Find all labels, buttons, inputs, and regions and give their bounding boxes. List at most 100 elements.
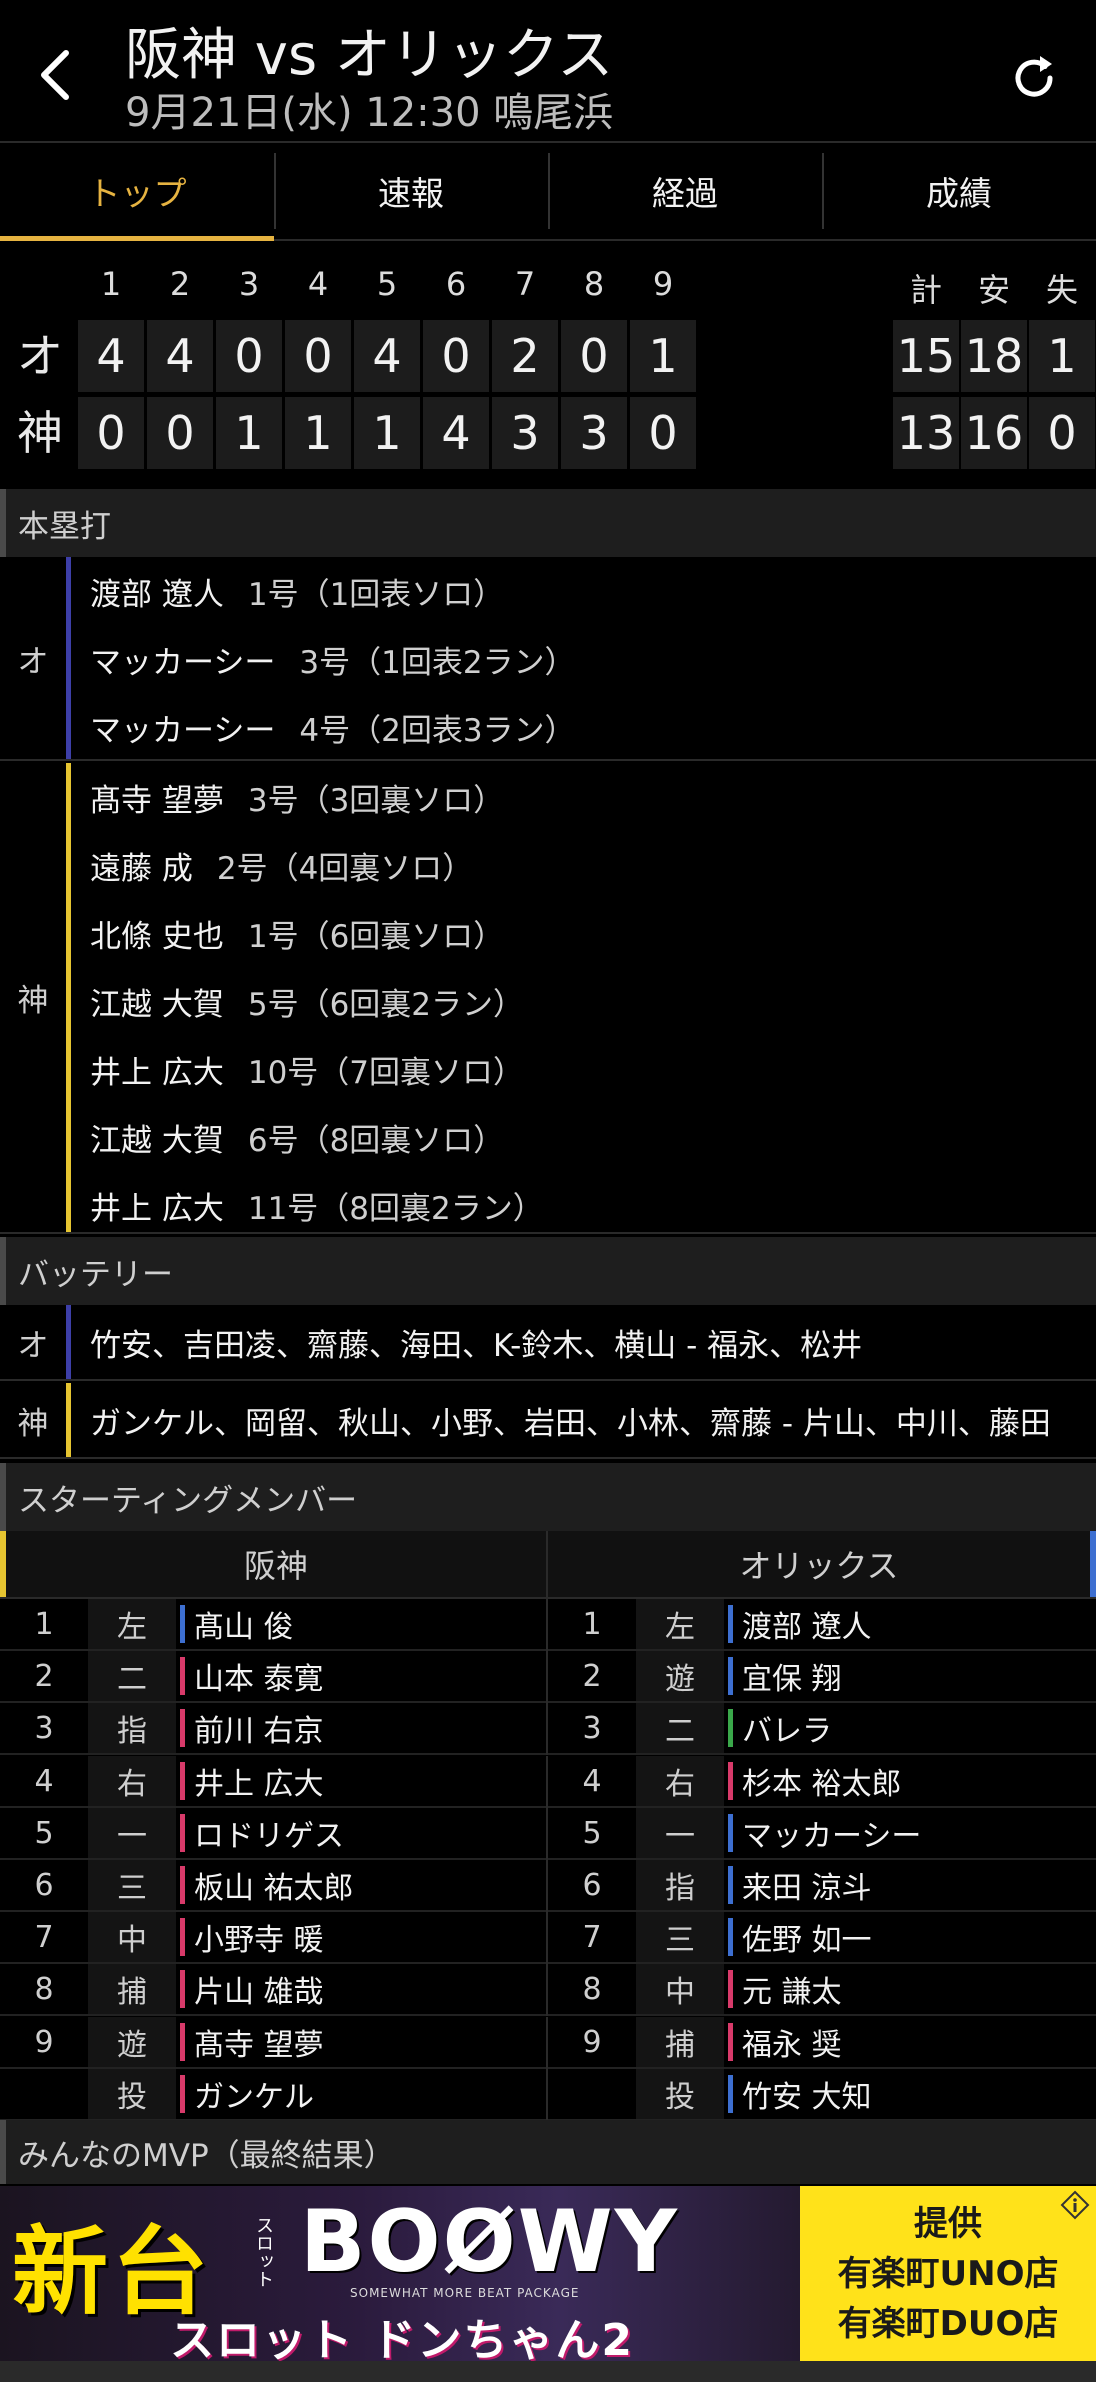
refresh-button[interactable] [1006,50,1062,106]
total-errors: 0 [1029,397,1095,469]
tab-stats[interactable]: 成績 [822,143,1096,239]
lineup-row: 4 右井上 広大 4 右杉本 裕太郎 [0,1756,1096,1808]
player-color-bar [728,1866,733,1904]
team-abbr-home: 神 [17,406,63,460]
tab-top[interactable]: トップ [0,143,274,241]
player-name[interactable]: 渡部 遼人 [90,569,224,614]
player-name[interactable]: 竹安 大知 [742,2069,872,2119]
player-name[interactable]: 髙寺 望夢 [90,775,224,820]
player-name[interactable]: 髙寺 望夢 [194,2017,324,2067]
scoreboard: 1 2 3 4 5 6 7 8 9 計 安 失 オ 4 4 0 0 4 0 2 … [0,243,1096,488]
player-name[interactable]: 杉本 裕太郎 [742,1756,902,1806]
player-name[interactable]: 福永 奨 [742,2017,842,2067]
total-errors: 1 [1029,320,1095,392]
game-datetime-venue: 9月21日(水) 12:30 鳴尾浜 [125,90,614,136]
refresh-icon [1015,56,1053,97]
position: 捕 [636,2017,724,2067]
inning-score: 0 [147,397,213,469]
player-name[interactable]: マッカーシー [90,637,275,682]
lineup-away-team: オリックス [548,1531,1096,1597]
player-name[interactable]: 元 謙太 [742,1964,842,2014]
section-header-homeruns: 本塁打 [0,489,1096,557]
page-title: 阪神 vs オリックス [125,23,614,88]
ad-info-icon[interactable] [1060,2190,1090,2220]
inning-score: 4 [354,320,420,392]
player-name[interactable]: 遠藤 成 [90,843,193,888]
position: 投 [636,2069,724,2119]
player-name[interactable]: 井上 広大 [90,1047,224,1092]
team-color-bar [66,557,71,759]
player-name[interactable]: 前川 右京 [194,1703,324,1753]
player-color-bar [728,1605,733,1643]
inning-score: 0 [216,320,282,392]
homerun-item: 北條 史也 1号（6回裏ソロ） [90,899,504,967]
player-name[interactable]: ガンケル [194,2069,314,2119]
inning-score: 1 [630,320,696,392]
player-name[interactable]: マッカーシー [90,705,275,750]
total-runs: 13 [893,397,959,469]
position: 右 [88,1756,176,1806]
player-name[interactable]: 佐野 如一 [742,1912,872,1962]
player-color-bar [180,1657,185,1695]
player-color-bar [180,2075,185,2113]
player-color-bar [728,1762,733,1800]
position: 三 [88,1860,176,1910]
ad-sponsor-store: 有楽町UNO店 [837,2253,1059,2294]
ad-product-name: スロット ドンちゃん2 [170,2315,634,2361]
batting-order: 3 [34,1710,54,1746]
player-name[interactable]: 井上 広大 [194,1756,324,1806]
batting-order: 4 [34,1763,54,1799]
player-name[interactable]: 江越 大賀 [90,1115,224,1160]
battery-team: オ [17,1327,49,1364]
position: 左 [88,1599,176,1649]
homerun-detail: 1号（6回裏ソロ） [247,918,505,955]
player-name[interactable]: 井上 広大 [90,1183,224,1228]
position: 遊 [88,2017,176,2067]
inning-score: 1 [216,397,282,469]
homerun-detail: 3号（1回表2ラン） [299,644,576,681]
player-name[interactable]: 江越 大賀 [90,979,224,1024]
inning-score: 0 [423,320,489,392]
player-name[interactable]: 板山 祐太郎 [194,1860,354,1910]
ad-sponsor-panel[interactable]: 提供 有楽町UNO店 有楽町DUO店 [800,2186,1096,2361]
player-name[interactable]: ロドリゲス [194,1808,344,1858]
tab-live[interactable]: 速報 [274,143,548,239]
inning-score: 2 [492,320,558,392]
lineup-row: 5 一ロドリゲス 5 一マッカーシー [0,1808,1096,1860]
homerun-team: 神 [17,983,49,1019]
inning-score: 0 [285,320,351,392]
team-abbr-away: オ [17,329,63,383]
homerun-item: 江越 大賀 5号（6回裏2ラン） [90,967,524,1035]
ad-sponsor-store: 有楽町DUO店 [837,2303,1059,2344]
player-name[interactable]: 宜保 翔 [742,1651,842,1701]
ad-sponsor-label: 提供 [914,2203,982,2244]
player-name[interactable]: 片山 雄哉 [194,1964,324,2014]
inning-header: 6 [445,265,467,303]
player-name[interactable]: 髙山 俊 [194,1599,294,1649]
batting-order: 9 [582,2024,602,2060]
tab-progress[interactable]: 経過 [548,143,822,239]
inning-score: 0 [630,397,696,469]
ad-banner-image[interactable]: 新台 スロット BOØWY SOMEWHAT MORE BEAT PACKAGE… [0,2186,800,2361]
lineup-home-team: 阪神 [0,1531,546,1597]
lineup-row: 8 捕片山 雄哉 8 中元 謙太 [0,1964,1096,2016]
batting-order: 4 [582,1763,602,1799]
position: 一 [88,1808,176,1858]
lineup-row: 7 中小野寺 暖 7 三佐野 如一 [0,1912,1096,1964]
lineup-row: 1 左髙山 俊 1 左渡部 遼人 [0,1599,1096,1651]
homerun-group-home: 神 髙寺 望夢 3号（3回裏ソロ） 遠藤 成 2号（4回裏ソロ） 北條 史也 1… [0,763,1096,1234]
back-button[interactable] [30,45,80,105]
player-color-bar [728,1657,733,1695]
homerun-item: 井上 広大 10号（7回裏ソロ） [90,1035,524,1103]
player-name[interactable]: 小野寺 暖 [194,1912,324,1962]
player-name[interactable]: バレラ [742,1703,832,1753]
team-color-bar [66,1305,71,1379]
player-name[interactable]: 渡部 遼人 [742,1599,872,1649]
player-name[interactable]: 北條 史也 [90,911,224,956]
section-header-battery: バッテリー [0,1237,1096,1305]
ad-banner[interactable]: 新台 スロット BOØWY SOMEWHAT MORE BEAT PACKAGE… [0,2186,1096,2361]
player-name[interactable]: マッカーシー [742,1808,921,1858]
player-name[interactable]: 山本 泰寛 [194,1651,324,1701]
inning-score: 3 [561,397,627,469]
player-name[interactable]: 来田 涼斗 [742,1860,872,1910]
